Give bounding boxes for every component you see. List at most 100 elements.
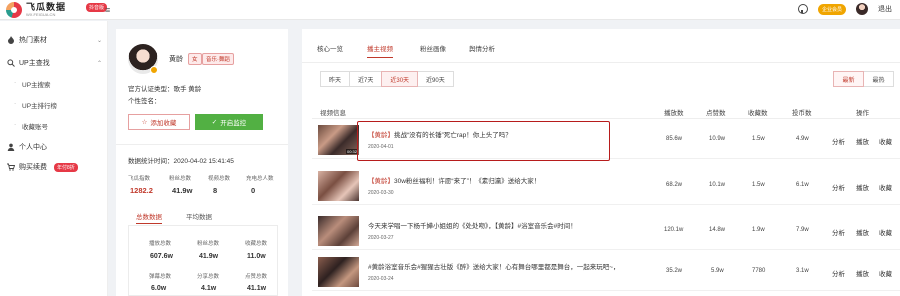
table-row[interactable]: 【黄龄】30w粉丝福利！许愿“来了”！《素归瀛》送给大家！ 2020-03-30… bbox=[312, 166, 900, 205]
tab-divider bbox=[302, 62, 900, 63]
total-label: 粉丝总数 bbox=[197, 241, 220, 247]
top-bar: 飞瓜数据 WX.FEIGUA.CN 抖音版 ≡ 企业会员 退出 bbox=[0, 0, 900, 20]
user-icon bbox=[7, 143, 15, 151]
sidebar-item-up-search[interactable]: UP主查找 ⌃ bbox=[7, 58, 102, 68]
sidebar-item-hot-materials[interactable]: 热门素材 ⌄ bbox=[7, 35, 102, 45]
column-header: 投币数 bbox=[792, 110, 812, 117]
profile-card: 黄龄 女 音乐·舞蹈 官方认证类型：歌手 黄龄 个性签名： ☆ 添加收藏 ✓ 开… bbox=[116, 29, 288, 296]
sidebar: 热门素材 ⌄ UP主查找 ⌃ UP主搜索 UP主排行榜 收藏账号 个人中心 购买… bbox=[0, 21, 108, 296]
sidebar-item-up-ranking[interactable]: UP主排行榜 bbox=[14, 100, 57, 110]
main-panel: 核心一览 播主视频 粉丝画像 舆情分析 昨天 近7天 近30天 近90天 最新 … bbox=[302, 29, 900, 296]
tab-overview[interactable]: 核心一览 bbox=[317, 43, 343, 53]
total-label: 播放总数 bbox=[149, 241, 172, 247]
chevron-down-icon: ⌄ bbox=[97, 37, 103, 44]
plays-value: 68.2w bbox=[666, 182, 683, 188]
add-favorite-button[interactable]: ☆ 添加收藏 bbox=[128, 114, 190, 130]
play-link[interactable]: 播放 bbox=[856, 268, 869, 278]
sidebar-item-up-search-sub[interactable]: UP主搜索 bbox=[14, 79, 50, 89]
favorite-link[interactable]: 收藏 bbox=[879, 268, 892, 278]
tab-total-data[interactable]: 总数数据 bbox=[136, 211, 162, 224]
app-badge: 抖音版 bbox=[86, 3, 108, 12]
favorite-link[interactable]: 收藏 bbox=[879, 227, 892, 237]
video-title[interactable]: #黄龄浴室音乐会#猩猩古壮版《醉》送给大家！心有舞台哪里都是舞台，一起来玩吧~， bbox=[368, 261, 620, 271]
stat-label: 充电总人数 bbox=[246, 176, 274, 182]
coins-value: 6.1w bbox=[796, 182, 809, 188]
fire-icon bbox=[7, 36, 15, 44]
range-yesterday-button[interactable]: 昨天 bbox=[320, 71, 351, 87]
column-header: 操作 bbox=[856, 110, 869, 117]
total-value: 6.0w bbox=[151, 285, 167, 292]
table-header: 视频信息 播放数 点赞数 收藏数 投币数 操作 bbox=[312, 105, 900, 119]
sidebar-item-saved-accounts[interactable]: 收藏账号 bbox=[14, 121, 48, 131]
tab-sentiment[interactable]: 舆情分析 bbox=[469, 43, 495, 53]
video-date: 2020-03-27 bbox=[368, 235, 394, 241]
app-logo[interactable]: 飞瓜数据 WX.FEIGUA.CN bbox=[6, 2, 66, 18]
video-title[interactable]: 【黄龄】30w粉丝福利！许愿“来了”！《素归瀛》送给大家！ bbox=[368, 175, 540, 185]
favs-value: 1.5w bbox=[752, 136, 765, 142]
video-thumbnail[interactable] bbox=[318, 216, 359, 246]
app-subtitle: WX.FEIGUA.CN bbox=[26, 12, 56, 17]
category-tag: 音乐·舞蹈 bbox=[202, 53, 234, 65]
sidebar-item-profile[interactable]: 个人中心 bbox=[7, 142, 47, 152]
favorite-link[interactable]: 收藏 bbox=[879, 182, 892, 192]
total-value: 4.1w bbox=[201, 285, 217, 292]
coins-value: 4.9w bbox=[796, 136, 809, 142]
start-monitor-button[interactable]: ✓ 开启监控 bbox=[195, 114, 263, 130]
discount-badge: 年付8折 bbox=[54, 162, 78, 172]
column-header: 播放数 bbox=[664, 110, 684, 117]
total-label: 收藏总数 bbox=[245, 241, 268, 247]
check-icon: ✓ bbox=[211, 119, 218, 126]
total-value: 607.6w bbox=[150, 253, 173, 260]
likes-value: 10.1w bbox=[709, 182, 726, 188]
table-row[interactable]: 今天来学唱一下杨千嬅小姐姐的《处处吻》，【黄龄】#浴室音乐会#时间！ 2020-… bbox=[312, 211, 900, 250]
analyze-link[interactable]: 分析 bbox=[832, 268, 845, 278]
play-link[interactable]: 播放 bbox=[856, 182, 869, 192]
favs-value: 7780 bbox=[752, 268, 766, 274]
video-thumbnail[interactable]: 00:32 bbox=[318, 125, 359, 155]
analyze-link[interactable]: 分析 bbox=[832, 136, 845, 146]
favs-value: 1.9w bbox=[752, 227, 765, 233]
video-thumbnail[interactable] bbox=[318, 171, 359, 201]
totals-box: 播放总数 粉丝总数 收藏总数 607.6w 41.9w 11.0w 弹幕总数 分… bbox=[128, 225, 278, 296]
analyze-link[interactable]: 分析 bbox=[832, 227, 845, 237]
signature-text: 个性签名： bbox=[128, 98, 161, 105]
sort-hottest-button[interactable]: 最热 bbox=[863, 71, 894, 87]
video-thumbnail[interactable] bbox=[318, 257, 359, 287]
plays-value: 85.6w bbox=[666, 136, 683, 142]
likes-value: 5.9w bbox=[711, 268, 724, 274]
video-total-value: 8 bbox=[213, 186, 218, 195]
tab-average-data[interactable]: 平均数据 bbox=[186, 211, 212, 221]
range-90d-button[interactable]: 近90天 bbox=[417, 71, 454, 87]
tab-videos[interactable]: 播主视频 bbox=[367, 43, 393, 58]
video-date: 2020-03-30 bbox=[368, 190, 394, 196]
cart-icon bbox=[7, 163, 16, 171]
analyze-link[interactable]: 分析 bbox=[832, 182, 845, 192]
tab-fans[interactable]: 粉丝画像 bbox=[420, 43, 446, 53]
video-title[interactable]: 今天来学唱一下杨千嬅小姐姐的《处处吻》，【黄龄】#浴室音乐会#时间！ bbox=[368, 220, 577, 230]
stat-label: 视频总数 bbox=[208, 176, 231, 182]
table-row[interactable]: #黄龄浴室音乐会#猩猩古壮版《醉》送给大家！心有舞台哪里都是舞台，一起来玩吧~，… bbox=[312, 252, 900, 291]
sidebar-item-label: 个人中心 bbox=[19, 144, 47, 151]
fans-total-value: 41.9w bbox=[172, 186, 193, 195]
favorite-link[interactable]: 收藏 bbox=[879, 136, 892, 146]
column-header: 视频信息 bbox=[320, 110, 346, 117]
star-icon: ☆ bbox=[141, 119, 148, 126]
certification-text: 官方认证类型：歌手 黄龄 bbox=[128, 86, 202, 93]
range-7d-button[interactable]: 近7天 bbox=[349, 71, 383, 87]
coins-value: 7.9w bbox=[796, 227, 809, 233]
column-header: 收藏数 bbox=[748, 110, 768, 117]
verified-icon bbox=[150, 66, 158, 74]
user-avatar[interactable] bbox=[856, 3, 868, 15]
play-link[interactable]: 播放 bbox=[856, 136, 869, 146]
annotation-highlight-box bbox=[357, 121, 610, 161]
play-link[interactable]: 播放 bbox=[856, 227, 869, 237]
headset-icon[interactable] bbox=[797, 4, 808, 14]
sidebar-item-purchase[interactable]: 购买续费 年付8折 bbox=[7, 162, 78, 172]
range-30d-button[interactable]: 近30天 bbox=[381, 71, 419, 87]
sort-newest-button[interactable]: 最新 bbox=[833, 71, 864, 87]
menu-toggle-icon[interactable]: ≡ bbox=[105, 5, 110, 15]
logout-link[interactable]: 退出 bbox=[878, 4, 892, 14]
stat-label: 飞瓜指数 bbox=[128, 176, 151, 182]
favs-value: 1.5w bbox=[752, 182, 765, 188]
vip-badge[interactable]: 企业会员 bbox=[817, 3, 846, 15]
